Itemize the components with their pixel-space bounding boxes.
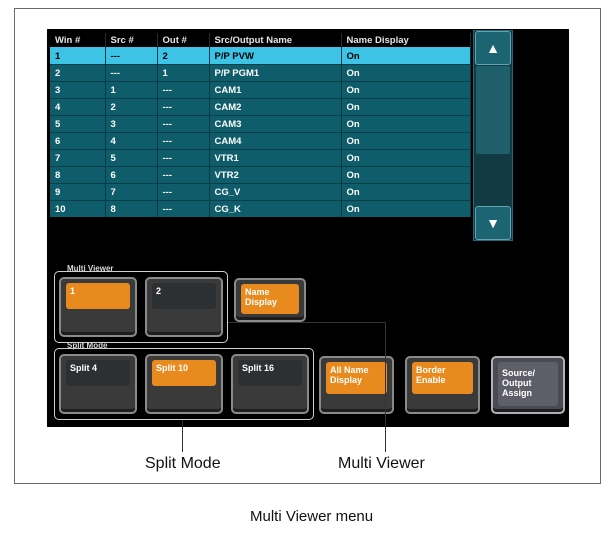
cell: 4 xyxy=(50,98,106,116)
button-label: All Name Display xyxy=(326,362,387,394)
cell: --- xyxy=(157,98,210,116)
button-label: Source/ Output Assign xyxy=(498,362,558,406)
cell: On xyxy=(341,132,471,150)
column-header-out: Out # xyxy=(157,33,210,48)
cell: P/P PGM1 xyxy=(209,64,342,82)
cell: --- xyxy=(157,81,210,99)
cell: 2 xyxy=(50,64,106,82)
button-label: Split 4 xyxy=(66,360,130,386)
table-header-row: Win # Src # Out # Src/Output Name Name D… xyxy=(50,33,471,48)
cell: On xyxy=(341,183,471,201)
column-header-src: Src # xyxy=(105,33,158,48)
table-row[interactable]: 2 --- 1 P/P PGM1 On xyxy=(50,64,471,82)
cell: On xyxy=(341,149,471,167)
table-row[interactable]: 7 5 --- VTR1 On xyxy=(50,149,471,167)
cell: --- xyxy=(157,183,210,201)
figure-caption: Multi Viewer menu xyxy=(250,508,374,525)
column-header-name: Src/Output Name xyxy=(209,33,342,48)
cell: 6 xyxy=(105,166,158,184)
cell: 10 xyxy=(50,200,106,217)
cell: --- xyxy=(157,115,210,133)
border-enable-button[interactable]: Border Enable xyxy=(405,356,480,414)
arrow-down-icon: ▼ xyxy=(486,215,500,231)
cell: 1 xyxy=(50,47,106,65)
cell: CAM3 xyxy=(209,115,342,133)
split-mode-callout: Split Mode xyxy=(145,455,221,472)
cell: 5 xyxy=(105,149,158,167)
column-header-win: Win # xyxy=(50,33,106,48)
button-label: 1 xyxy=(66,283,130,309)
window-table: Win # Src # Out # Src/Output Name Name D… xyxy=(50,33,471,217)
cell: --- xyxy=(105,64,158,82)
cell: VTR2 xyxy=(209,166,342,184)
cell: CAM2 xyxy=(209,98,342,116)
cell: 2 xyxy=(105,98,158,116)
button-label: 2 xyxy=(152,283,216,309)
cell: 8 xyxy=(105,200,158,217)
cell: --- xyxy=(105,47,158,65)
cell: On xyxy=(341,115,471,133)
table-row[interactable]: 5 3 --- CAM3 On xyxy=(50,115,471,133)
button-label: Border Enable xyxy=(412,362,473,394)
split-4-button[interactable]: Split 4 xyxy=(59,354,137,414)
button-label: Name Display xyxy=(241,284,299,314)
cell: 4 xyxy=(105,132,158,150)
cell: 5 xyxy=(50,115,106,133)
scrollbar-thumb[interactable] xyxy=(476,66,510,154)
table-row[interactable]: 3 1 --- CAM1 On xyxy=(50,81,471,99)
cell: 7 xyxy=(50,149,106,167)
name-display-button[interactable]: Name Display xyxy=(234,278,306,322)
source-output-assign-button[interactable]: Source/ Output Assign xyxy=(491,356,565,414)
split-mode-callout-line xyxy=(182,420,183,452)
table-row[interactable]: 8 6 --- VTR2 On xyxy=(50,166,471,184)
cell: 9 xyxy=(50,183,106,201)
cell: 3 xyxy=(50,81,106,99)
table-row[interactable]: 10 8 --- CG_K On xyxy=(50,200,471,217)
button-label: Split 16 xyxy=(238,360,302,386)
cell: 6 xyxy=(50,132,106,150)
cell: On xyxy=(341,98,471,116)
split-10-button[interactable]: Split 10 xyxy=(145,354,223,414)
table-row[interactable]: 6 4 --- CAM4 On xyxy=(50,132,471,150)
cell: On xyxy=(341,166,471,184)
table-row[interactable]: 9 7 --- CG_V On xyxy=(50,183,471,201)
cell: 3 xyxy=(105,115,158,133)
cell: 8 xyxy=(50,166,106,184)
cell: 1 xyxy=(105,81,158,99)
multi-viewer-callout-line-v xyxy=(385,322,386,452)
cell: On xyxy=(341,47,471,65)
cell: CG_V xyxy=(209,183,342,201)
cell: --- xyxy=(157,149,210,167)
cell: 1 xyxy=(157,64,210,82)
table-row[interactable]: 4 2 --- CAM2 On xyxy=(50,98,471,116)
table-row[interactable]: 1 --- 2 P/P PVW On xyxy=(50,47,471,65)
cell: CAM4 xyxy=(209,132,342,150)
cell: CAM1 xyxy=(209,81,342,99)
cell: P/P PVW xyxy=(209,47,342,65)
all-name-display-button[interactable]: All Name Display xyxy=(319,356,394,414)
scroll-up-button[interactable]: ▲ xyxy=(475,31,511,65)
multi-viewer-callout: Multi Viewer xyxy=(338,455,425,472)
cell: --- xyxy=(157,132,210,150)
scroll-down-button[interactable]: ▼ xyxy=(475,206,511,240)
cell: On xyxy=(341,64,471,82)
column-header-name-display: Name Display xyxy=(341,33,471,48)
cell: 2 xyxy=(157,47,210,65)
multi-viewer-2-button[interactable]: 2 xyxy=(145,277,223,337)
cell: CG_K xyxy=(209,200,342,217)
cell: On xyxy=(341,81,471,99)
arrow-up-icon: ▲ xyxy=(486,40,500,56)
cell: --- xyxy=(157,200,210,217)
multi-viewer-callout-line-h xyxy=(228,322,385,323)
cell: 7 xyxy=(105,183,158,201)
cell: VTR1 xyxy=(209,149,342,167)
cell: On xyxy=(341,200,471,217)
split-16-button[interactable]: Split 16 xyxy=(231,354,309,414)
button-label: Split 10 xyxy=(152,360,216,386)
multi-viewer-1-button[interactable]: 1 xyxy=(59,277,137,337)
cell: --- xyxy=(157,166,210,184)
